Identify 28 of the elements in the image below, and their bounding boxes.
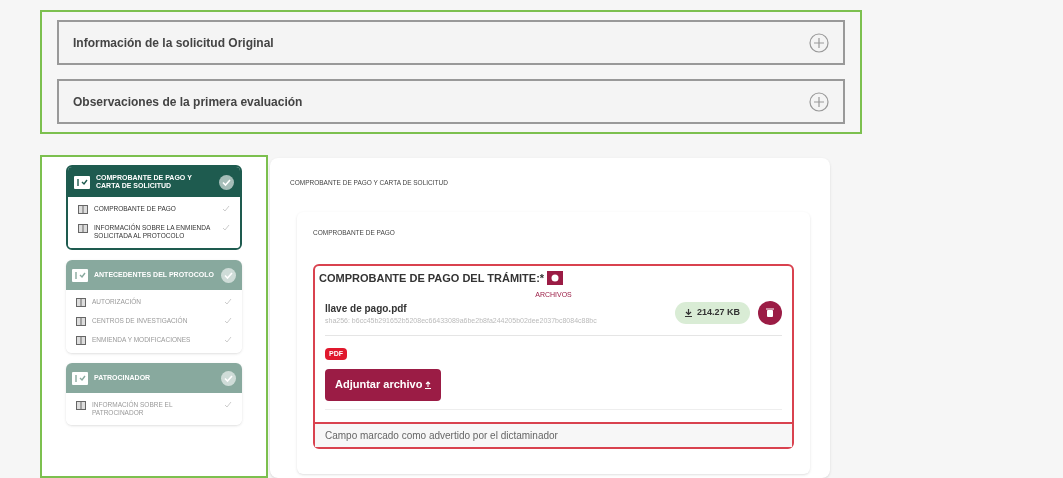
document-icon [78,205,88,214]
info-icon[interactable] [547,270,564,285]
accordion-title: Información de la solicitud Original [73,34,274,52]
field-label: COMPROBANTE DE PAGO DEL TRÁMITE:* [319,270,545,286]
trash-icon [766,308,774,317]
accordion-header[interactable]: Información de la solicitud Original [57,20,845,65]
document-icon [76,317,86,326]
checklist-icon [72,268,88,282]
document-icon [78,224,88,233]
download-button[interactable]: 214.27 KB [674,301,750,324]
document-icon [76,298,86,307]
checklist-icon [74,175,90,189]
upload-icon [425,380,432,389]
warning-note: Campo marcado como advertido por el dictaminador [315,421,792,447]
accordion-header[interactable]: Observaciones de la primera evaluación [57,79,845,124]
document-icon [76,401,86,410]
document-icon [76,336,86,345]
plus-icon [809,32,829,53]
attach-button[interactable]: Adjuntar archivo [325,368,442,401]
download-icon [684,308,692,317]
delete-button[interactable] [758,300,782,325]
check-circle-icon [221,370,236,386]
accordion-title: Observaciones de la primera evaluación [73,93,303,111]
check-circle-icon [219,174,234,190]
file-name[interactable]: llave de pago.pdf [325,300,667,316]
checklist-icon [72,371,88,385]
check-circle-icon [221,267,236,283]
plus-icon [809,91,829,112]
